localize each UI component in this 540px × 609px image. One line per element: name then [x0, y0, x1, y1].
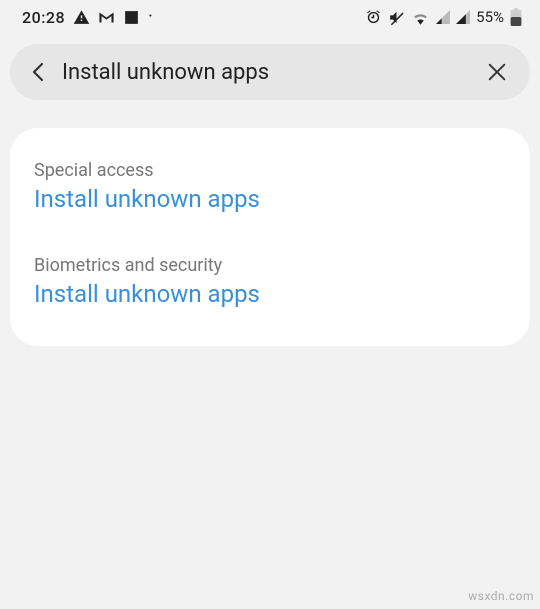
search-input[interactable]: Install unknown apps	[62, 60, 486, 85]
result-item[interactable]: Biometrics and security Install unknown …	[34, 251, 506, 312]
status-bar: 20:28 · 55%	[0, 0, 540, 34]
results-card: Special access Install unknown apps Biom…	[10, 128, 530, 346]
search-bar[interactable]: Install unknown apps	[10, 44, 530, 100]
image-icon	[123, 9, 140, 26]
status-left: 20:28 ·	[22, 8, 153, 27]
result-title: Install unknown apps	[34, 185, 506, 213]
alarm-icon	[365, 9, 382, 26]
gmail-icon	[98, 11, 115, 24]
mute-icon	[388, 9, 405, 26]
close-icon[interactable]	[486, 61, 508, 83]
status-right: 55%	[365, 8, 522, 26]
result-title: Install unknown apps	[34, 280, 506, 308]
result-item[interactable]: Special access Install unknown apps	[34, 156, 506, 217]
battery-icon	[510, 8, 522, 26]
result-category: Special access	[34, 160, 506, 181]
back-icon[interactable]	[28, 60, 48, 84]
status-time: 20:28	[22, 8, 65, 27]
watermark: wsxdn.com	[468, 589, 534, 603]
signal1-icon	[436, 10, 450, 24]
warning-icon	[73, 9, 90, 26]
battery-text: 55%	[476, 8, 504, 26]
wifi-icon	[411, 10, 430, 25]
result-category: Biometrics and security	[34, 255, 506, 276]
signal2-icon	[456, 10, 470, 24]
